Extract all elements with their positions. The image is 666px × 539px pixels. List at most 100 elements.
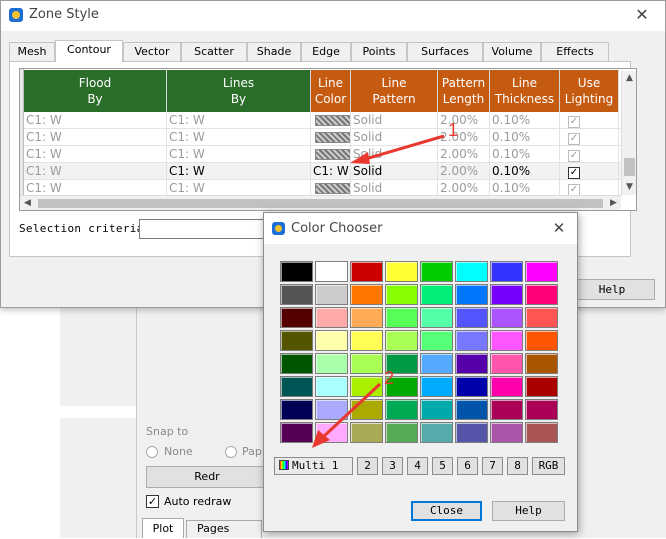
table-row[interactable]: C1: W C1: W Solid 2.00% 0.10% ✓ xyxy=(24,112,622,129)
color-swatch[interactable] xyxy=(525,422,558,443)
tab-vector[interactable]: Vector xyxy=(123,42,181,61)
multi-4-button[interactable]: 4 xyxy=(407,457,428,475)
color-swatch[interactable] xyxy=(280,353,313,374)
scrollbar-thumb[interactable] xyxy=(38,199,603,208)
color-swatch[interactable] xyxy=(420,284,453,305)
cell-line-color[interactable] xyxy=(311,112,351,129)
color-swatch[interactable] xyxy=(525,330,558,351)
color-swatch[interactable] xyxy=(315,307,348,328)
cell-line-thickness[interactable]: 0.10% xyxy=(490,146,560,163)
color-swatch[interactable] xyxy=(490,422,523,443)
color-swatch[interactable] xyxy=(315,353,348,374)
table-row[interactable]: C1: W C1: W Solid 2.00% 0.10% ✓ xyxy=(24,129,622,146)
tab-points[interactable]: Points xyxy=(351,42,407,61)
scroll-down-icon[interactable]: ▼ xyxy=(622,180,637,195)
color-swatch[interactable] xyxy=(490,261,523,282)
color-swatch[interactable] xyxy=(315,284,348,305)
scrollbar-thumb[interactable] xyxy=(624,158,635,176)
grid-vertical-scrollbar[interactable]: ▲ ▼ xyxy=(621,71,636,195)
color-swatch[interactable] xyxy=(420,307,453,328)
cell-pattern-length[interactable]: 2.00% xyxy=(438,112,490,129)
column-header-line-pattern[interactable]: Line Pattern xyxy=(351,70,438,112)
color-swatch[interactable] xyxy=(420,353,453,374)
color-swatch[interactable] xyxy=(280,284,313,305)
tab-volume[interactable]: Volume xyxy=(483,42,541,61)
tab-mesh[interactable]: Mesh xyxy=(9,42,55,61)
close-icon[interactable]: ✕ xyxy=(546,217,572,239)
color-swatch[interactable] xyxy=(455,284,488,305)
use-lighting-checkbox[interactable]: ✓ xyxy=(568,150,580,162)
help-button[interactable]: Help xyxy=(569,279,655,300)
tab-shade[interactable]: Shade xyxy=(247,42,301,61)
tab-plot[interactable]: Plot xyxy=(142,518,184,538)
color-swatch[interactable] xyxy=(420,399,453,420)
use-lighting-checkbox[interactable]: ✓ xyxy=(568,167,580,179)
color-swatch[interactable] xyxy=(385,330,418,351)
grid-horizontal-scrollbar[interactable]: ◀ ▶ xyxy=(20,195,621,210)
color-swatch[interactable] xyxy=(525,353,558,374)
use-lighting-checkbox[interactable]: ✓ xyxy=(568,133,580,145)
zone-style-titlebar[interactable]: Zone Style ✕ xyxy=(1,1,665,31)
multi-8-button[interactable]: 8 xyxy=(507,457,528,475)
help-button[interactable]: Help xyxy=(492,501,565,521)
color-swatch[interactable] xyxy=(420,261,453,282)
cell-line-thickness[interactable]: 0.10% xyxy=(490,112,560,129)
color-swatch[interactable] xyxy=(385,399,418,420)
multi-2-button[interactable]: 2 xyxy=(357,457,378,475)
color-swatch[interactable] xyxy=(385,284,418,305)
scroll-up-icon[interactable]: ▲ xyxy=(622,71,637,86)
redraw-button[interactable]: Redr xyxy=(146,466,268,488)
snap-paper-radio[interactable] xyxy=(225,446,237,458)
column-header-line-color[interactable]: Line Color xyxy=(311,70,351,112)
column-header-flood-by[interactable]: Flood By xyxy=(24,70,167,112)
color-swatch[interactable] xyxy=(280,307,313,328)
color-swatch[interactable] xyxy=(280,330,313,351)
multi-5-button[interactable]: 5 xyxy=(432,457,453,475)
color-swatch[interactable] xyxy=(455,422,488,443)
color-swatch[interactable] xyxy=(350,307,383,328)
close-button[interactable]: Close xyxy=(411,501,482,521)
color-swatch[interactable] xyxy=(490,376,523,397)
snap-none-radio[interactable] xyxy=(146,446,158,458)
color-swatch[interactable] xyxy=(455,307,488,328)
column-header-pattern-length[interactable]: Pattern Length xyxy=(438,70,490,112)
multi-6-button[interactable]: 6 xyxy=(457,457,478,475)
color-swatch[interactable] xyxy=(420,376,453,397)
cell-use-lighting[interactable]: ✓ xyxy=(560,163,619,180)
cell-line-thickness[interactable]: 0.10% xyxy=(490,163,560,180)
column-header-line-thickness[interactable]: Line Thickness xyxy=(490,70,560,112)
close-icon[interactable]: ✕ xyxy=(627,3,657,27)
cell-lines-by[interactable]: C1: W xyxy=(167,146,311,163)
color-swatch[interactable] xyxy=(280,261,313,282)
tab-edge[interactable]: Edge xyxy=(301,42,351,61)
table-row[interactable]: C1: W C1: W Solid 2.00% 0.10% ✓ xyxy=(24,146,622,163)
color-swatch[interactable] xyxy=(350,284,383,305)
color-chooser-titlebar[interactable]: Color Chooser ✕ xyxy=(264,213,577,244)
cell-lines-by[interactable]: C1: W xyxy=(167,112,311,129)
color-swatch[interactable] xyxy=(490,353,523,374)
color-swatch[interactable] xyxy=(350,353,383,374)
color-swatch[interactable] xyxy=(490,330,523,351)
color-swatch[interactable] xyxy=(385,307,418,328)
rgb-button[interactable]: RGB xyxy=(532,457,565,475)
cell-use-lighting[interactable]: ✓ xyxy=(560,129,619,146)
color-swatch[interactable] xyxy=(525,376,558,397)
multi-7-button[interactable]: 7 xyxy=(482,457,503,475)
table-row-selected[interactable]: C1: W C1: W C1: W Solid 2.00% 0.10% ✓ xyxy=(24,163,622,180)
color-swatch[interactable] xyxy=(455,399,488,420)
auto-redraw-checkbox[interactable]: ✓ xyxy=(146,495,159,508)
color-swatch[interactable] xyxy=(490,307,523,328)
color-swatch[interactable] xyxy=(525,284,558,305)
color-swatch[interactable] xyxy=(455,330,488,351)
color-swatch[interactable] xyxy=(420,330,453,351)
column-header-lines-by[interactable]: Lines By xyxy=(167,70,311,112)
color-swatch[interactable] xyxy=(385,422,418,443)
cell-flood-by[interactable]: C1: W xyxy=(24,112,167,129)
cell-flood-by[interactable]: C1: W xyxy=(24,163,167,180)
contour-style-grid[interactable]: Flood By Lines By Line Color Line Patter… xyxy=(19,68,637,211)
cell-use-lighting[interactable]: ✓ xyxy=(560,112,619,129)
tab-pages[interactable]: Pages xyxy=(186,520,262,538)
color-swatch[interactable] xyxy=(525,307,558,328)
color-swatch[interactable] xyxy=(455,353,488,374)
color-swatch[interactable] xyxy=(385,261,418,282)
